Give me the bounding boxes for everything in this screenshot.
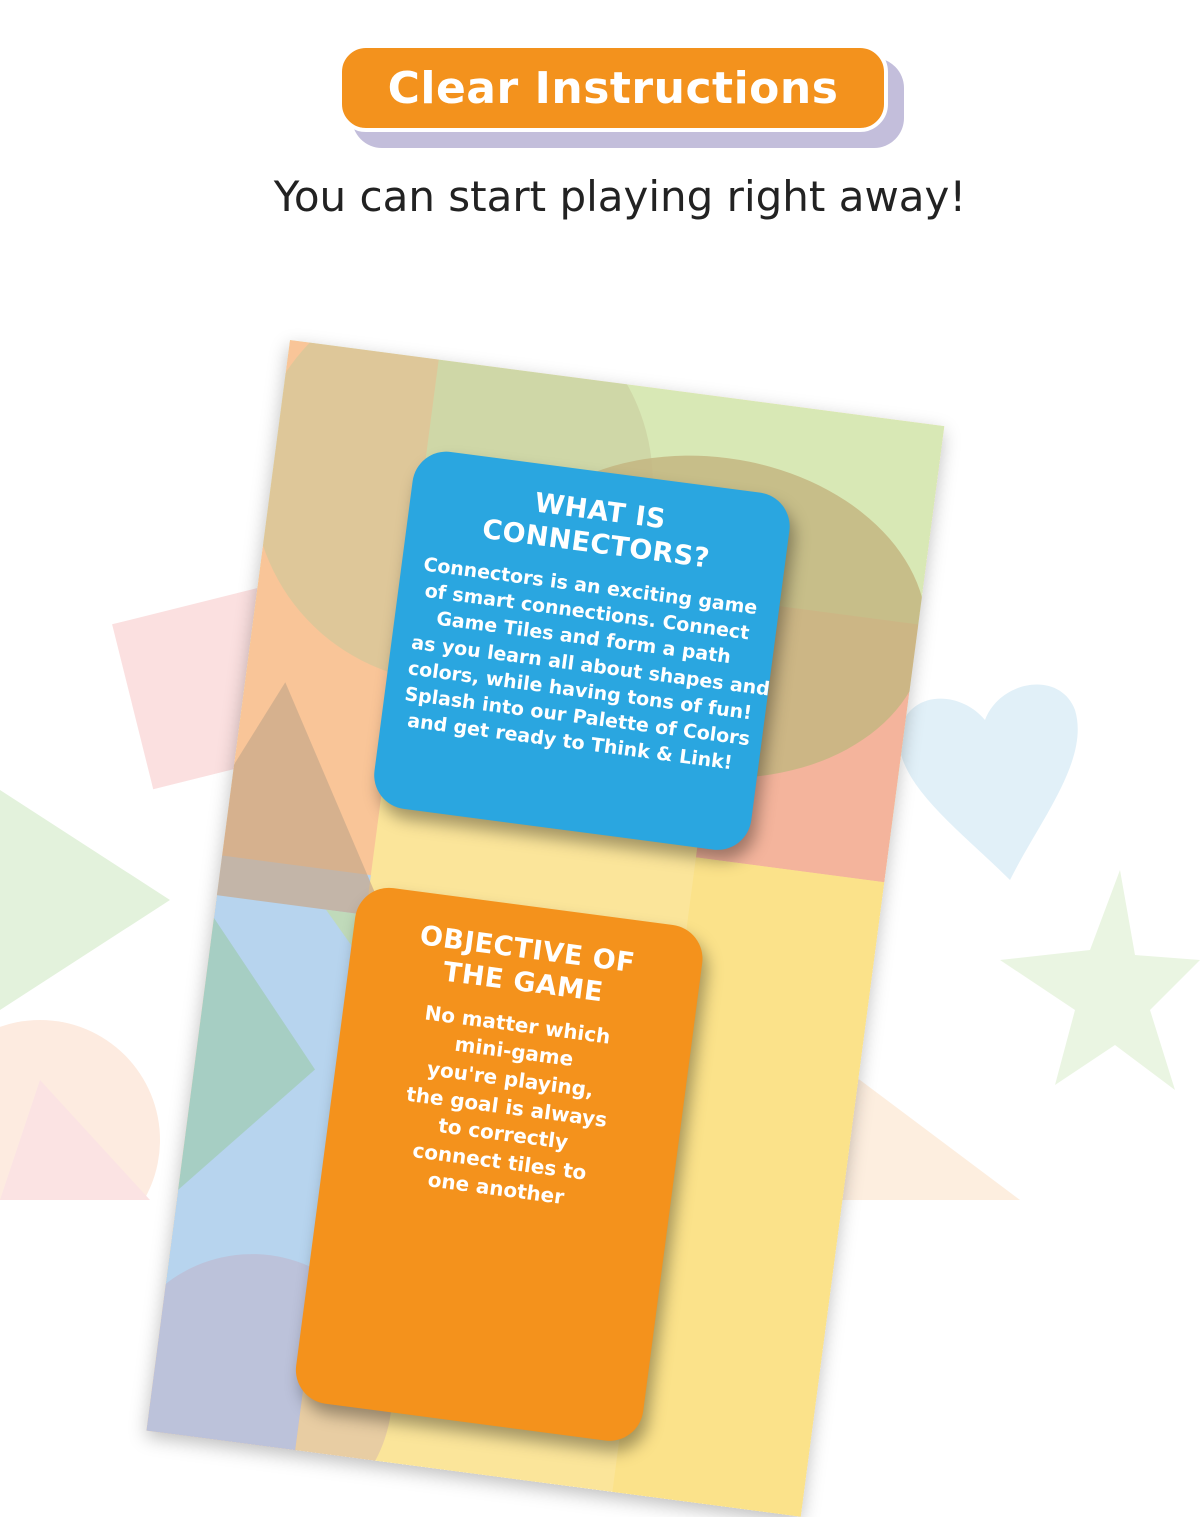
green-triangle-shape [0,790,170,1010]
card-body: Connectors is an exciting game of smart … [400,551,771,777]
pill-label: Clear Instructions [387,62,839,114]
what-is-connectors-card: WHAT IS CONNECTORS? Connectors is an exc… [370,447,794,855]
clear-instructions-pill: Clear Instructions [338,44,888,132]
subtitle: You can start playing right away! [273,172,967,221]
instruction-booklet: WHAT IS CONNECTORS? Connectors is an exc… [146,340,945,1517]
blue-heart-shape [899,684,1078,880]
objective-card: OBJECTIVE OF THE GAME No matter which mi… [291,883,707,1445]
green-star-shape [1000,870,1200,1090]
card-body: No matter which mini-game you're playing… [340,991,673,1223]
